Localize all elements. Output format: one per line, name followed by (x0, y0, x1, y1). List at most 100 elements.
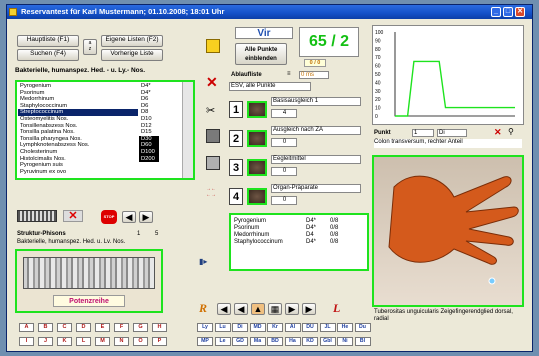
list-scrollbar[interactable] (182, 82, 193, 178)
result-row[interactable]: Pyrogenium D4* 0/8 (234, 218, 366, 225)
alphabet-button[interactable]: J (38, 337, 53, 346)
potency-list-item[interactable]: D60 (139, 142, 159, 149)
group-button[interactable]: Al (284, 323, 301, 332)
previous-list-button[interactable]: Vorherige Liste (101, 49, 163, 61)
group-button[interactable]: BD (267, 337, 283, 346)
group-button[interactable]: KD (302, 337, 318, 346)
remedy-list-item[interactable]: Pyrogenium suis (18, 162, 138, 169)
result-row[interactable]: Psorinum D4* 0/8 (234, 225, 366, 232)
group-button[interactable]: Gbl (319, 337, 336, 346)
close-button[interactable]: ✕ (515, 7, 525, 17)
remedy-list-item[interactable]: Tonsilla palatina Nos. (18, 129, 138, 136)
scissors-icon[interactable]: ✂ (206, 104, 220, 118)
alphabet-button[interactable]: I (19, 337, 34, 346)
transfer-icon[interactable]: →← ←→ (206, 186, 220, 204)
potency-series-label[interactable]: Potenzreihe (53, 295, 125, 307)
remedy-list-item[interactable]: Osteomyelitis Nos. (18, 116, 138, 123)
group-button[interactable]: Du (354, 323, 371, 332)
alphabet-button[interactable]: O (133, 337, 148, 346)
potency-list-item[interactable]: D200 (139, 155, 159, 163)
potency-list-item[interactable]: D12 (139, 123, 159, 130)
potency-list-item[interactable]: D8 (139, 109, 159, 116)
alphabet-button[interactable]: L (76, 337, 91, 346)
slot-thumbnail[interactable] (247, 101, 267, 118)
slot-name[interactable]: Ausgleich nach ZA (271, 126, 361, 135)
remedy-list-item[interactable]: Staphylococcinum (18, 103, 138, 110)
slot-thumbnail[interactable] (247, 130, 267, 147)
remedy-list-item[interactable]: Pyrogenium (18, 83, 138, 90)
main-list-button[interactable]: Hauptliste (F1) (17, 35, 79, 47)
alphabet-button[interactable]: H (152, 323, 167, 332)
clipboard-icon[interactable] (206, 129, 220, 143)
remedy-list-item[interactable]: Lymphknotenabszess Nos. (18, 142, 138, 149)
own-lists-button[interactable]: Eigene Listen (F2) (101, 35, 163, 47)
slot-name[interactable]: Eegleitmittel (271, 155, 361, 164)
potency-list-item[interactable]: D6 (139, 103, 159, 110)
alphabet-button[interactable]: B (38, 323, 53, 332)
potency-list-item[interactable]: D4* (139, 83, 159, 90)
alphabet-button[interactable]: P (152, 337, 167, 346)
slot-name[interactable]: Organ-Präparate (271, 184, 361, 193)
potency-list-item[interactable]: D6 (139, 96, 159, 103)
point-delete-icon[interactable]: ✕ (494, 127, 504, 137)
potency-list-item[interactable]: D4* (139, 90, 159, 97)
group-button[interactable]: Le (214, 337, 231, 346)
alphabet-button[interactable]: N (114, 337, 129, 346)
record-icon[interactable]: ▮▸ (199, 257, 211, 267)
remedy-list-item[interactable]: Histolcimalis Nos. (18, 156, 138, 163)
remedy-list-item[interactable]: Tonsilla pharyngea Nos. (18, 136, 138, 143)
potency-list-item[interactable]: D15 (139, 129, 159, 136)
arrow-right-icon[interactable]: ▶ (139, 211, 153, 223)
slot-name[interactable]: Basisausgleich 1 (271, 97, 361, 106)
nav-left-icon[interactable]: ◀ (217, 303, 231, 315)
alphabet-button[interactable]: E (95, 323, 110, 332)
remedy-list-item[interactable]: Streptococcinum (18, 109, 138, 116)
search-button[interactable]: Suchen (F4) (17, 49, 79, 61)
maximize-button[interactable]: □ (503, 7, 513, 17)
minimize-button[interactable]: _ (491, 7, 501, 17)
potency-list-item[interactable]: D30 (139, 135, 159, 143)
nav-right-icon[interactable]: ▶ (285, 303, 299, 315)
group-button[interactable]: Ly (197, 323, 213, 332)
slot-thumbnail[interactable] (247, 188, 267, 205)
remedy-list-item[interactable]: Tonsillenabszess Nos. (18, 123, 138, 130)
group-button[interactable]: MD (249, 323, 266, 332)
nav-left2-icon[interactable]: ◀ (234, 303, 248, 315)
nav-grid-icon[interactable]: ▦ (268, 303, 282, 315)
no-ampoule-icon[interactable]: ✕ (63, 210, 83, 222)
group-button[interactable]: Ma (249, 337, 266, 346)
arrow-left-icon[interactable]: ◀ (122, 211, 136, 223)
result-row[interactable]: Staphylococcinum D4* 0/8 (234, 239, 366, 246)
group-button[interactable]: DU (302, 323, 318, 332)
remedy-list-item[interactable]: Pyruvinum ex ovo (18, 169, 138, 176)
slot-thumbnail[interactable] (247, 159, 267, 176)
alphabet-button[interactable]: A (19, 323, 34, 332)
nav-home-icon[interactable]: ▲ (251, 303, 265, 315)
remedy-list-item[interactable]: Psorinum (18, 90, 138, 97)
stop-icon[interactable]: STOP (101, 210, 117, 224)
group-button[interactable]: JL (319, 323, 336, 332)
nav-right2-icon[interactable]: ▶ (302, 303, 316, 315)
group-button[interactable]: Bl (354, 337, 371, 346)
group-button[interactable]: He (337, 323, 353, 332)
potency-list-item[interactable]: D10 (139, 116, 159, 123)
group-button[interactable]: MP (197, 337, 213, 346)
sort-az-button[interactable]: a z (83, 39, 97, 55)
group-button[interactable]: Kr (267, 323, 283, 332)
alphabet-button[interactable]: D (76, 323, 91, 332)
alphabet-button[interactable]: F (114, 323, 129, 332)
group-button[interactable]: GD (232, 337, 248, 346)
result-row[interactable]: Medorrhinum D4 0/8 (234, 232, 366, 239)
slot-number[interactable]: 4 (229, 188, 243, 205)
group-button[interactable]: Di (232, 323, 248, 332)
trash-icon[interactable] (206, 156, 220, 170)
remedy-list-item[interactable]: Cholesterinum (18, 149, 138, 156)
barcode-icon[interactable] (17, 210, 57, 222)
esv-select[interactable]: ESV, alle Punkte (229, 82, 311, 91)
slot-number[interactable]: 3 (229, 159, 243, 176)
slot-number[interactable]: 2 (229, 130, 243, 147)
remedy-list-item[interactable]: Medorrhinum (18, 96, 138, 103)
alphabet-button[interactable]: G (133, 323, 148, 332)
group-button[interactable]: Ni (337, 337, 353, 346)
group-button[interactable]: Lu (214, 323, 231, 332)
